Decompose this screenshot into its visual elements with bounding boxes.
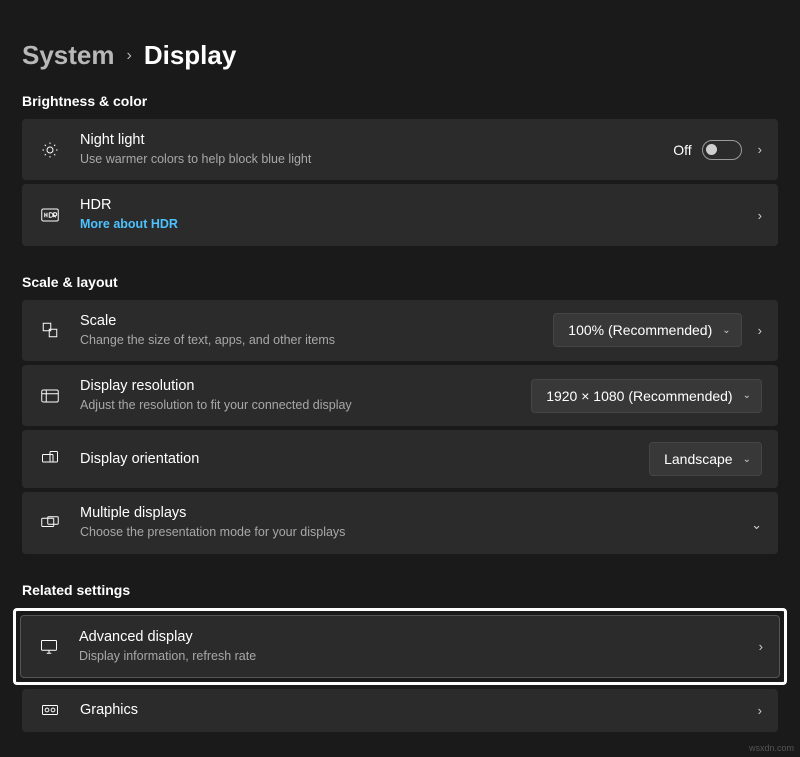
night-light-icon: [38, 141, 62, 159]
row-subtitle: Change the size of text, apps, and other…: [80, 332, 553, 350]
chevron-down-icon: ⌄: [722, 325, 730, 336]
row-subtitle: Use warmer colors to help block blue lig…: [80, 151, 673, 169]
chevron-right-icon: ›: [758, 209, 762, 222]
chevron-down-icon: ⌄: [743, 390, 751, 401]
row-title: Display orientation: [80, 450, 649, 469]
scale-icon: [38, 321, 62, 339]
dropdown-value: Landscape: [664, 451, 733, 467]
section-heading: Brightness & color: [22, 93, 778, 109]
watermark: wsxdn.com: [749, 743, 794, 753]
dropdown-value: 1920 × 1080 (Recommended): [546, 388, 732, 404]
breadcrumb-parent[interactable]: System: [22, 40, 115, 71]
orientation-icon: [38, 450, 62, 468]
row-title: HDR: [80, 196, 758, 215]
orientation-dropdown[interactable]: Landscape ⌄: [649, 442, 762, 476]
section-related-settings: Related settings Advanced display Displa…: [22, 582, 778, 732]
chevron-right-icon: ›: [127, 47, 132, 65]
row-title: Advanced display: [79, 628, 759, 647]
graphics-icon: [38, 703, 62, 717]
graphics-row[interactable]: Graphics ›: [22, 689, 778, 732]
scale-row[interactable]: Scale Change the size of text, apps, and…: [22, 300, 778, 361]
orientation-row[interactable]: Display orientation Landscape ⌄: [22, 430, 778, 488]
chevron-right-icon: ›: [758, 324, 762, 337]
section-brightness-color: Brightness & color Night light Use warme…: [22, 93, 778, 246]
page-title: Display: [144, 40, 237, 71]
advanced-display-highlight: Advanced display Display information, re…: [13, 608, 787, 685]
multiple-displays-icon: [38, 516, 62, 531]
resolution-icon: [38, 389, 62, 403]
section-heading: Related settings: [22, 582, 778, 598]
night-light-row[interactable]: Night light Use warmer colors to help bl…: [22, 119, 778, 180]
multiple-displays-row[interactable]: Multiple displays Choose the presentatio…: [22, 492, 778, 553]
chevron-down-icon: ⌄: [743, 454, 751, 465]
hdr-icon: [38, 208, 62, 222]
hdr-row[interactable]: HDR More about HDR ›: [22, 184, 778, 245]
row-subtitle: Adjust the resolution to fit your connec…: [80, 397, 531, 415]
row-title: Scale: [80, 312, 553, 331]
dropdown-value: 100% (Recommended): [568, 322, 712, 338]
breadcrumb: System › Display: [22, 40, 778, 71]
hdr-more-link[interactable]: More about HDR: [80, 216, 758, 234]
scale-dropdown[interactable]: 100% (Recommended) ⌄: [553, 313, 741, 347]
row-subtitle: Display information, refresh rate: [79, 648, 759, 666]
chevron-right-icon: ›: [758, 704, 762, 717]
section-scale-layout: Scale & layout Scale Change the size of …: [22, 274, 778, 554]
row-title: Multiple displays: [80, 504, 751, 523]
section-heading: Scale & layout: [22, 274, 778, 290]
monitor-icon: [37, 639, 61, 654]
row-title: Night light: [80, 131, 673, 150]
toggle-state-label: Off: [673, 142, 691, 158]
chevron-down-icon: ⌄: [751, 518, 762, 531]
night-light-toggle[interactable]: [702, 140, 742, 160]
advanced-display-row[interactable]: Advanced display Display information, re…: [20, 615, 780, 678]
row-title: Graphics: [80, 701, 758, 720]
chevron-right-icon: ›: [759, 640, 763, 653]
resolution-dropdown[interactable]: 1920 × 1080 (Recommended) ⌄: [531, 379, 762, 413]
row-title: Display resolution: [80, 377, 531, 396]
resolution-row[interactable]: Display resolution Adjust the resolution…: [22, 365, 778, 426]
chevron-right-icon: ›: [758, 143, 762, 156]
row-subtitle: Choose the presentation mode for your di…: [80, 524, 751, 542]
